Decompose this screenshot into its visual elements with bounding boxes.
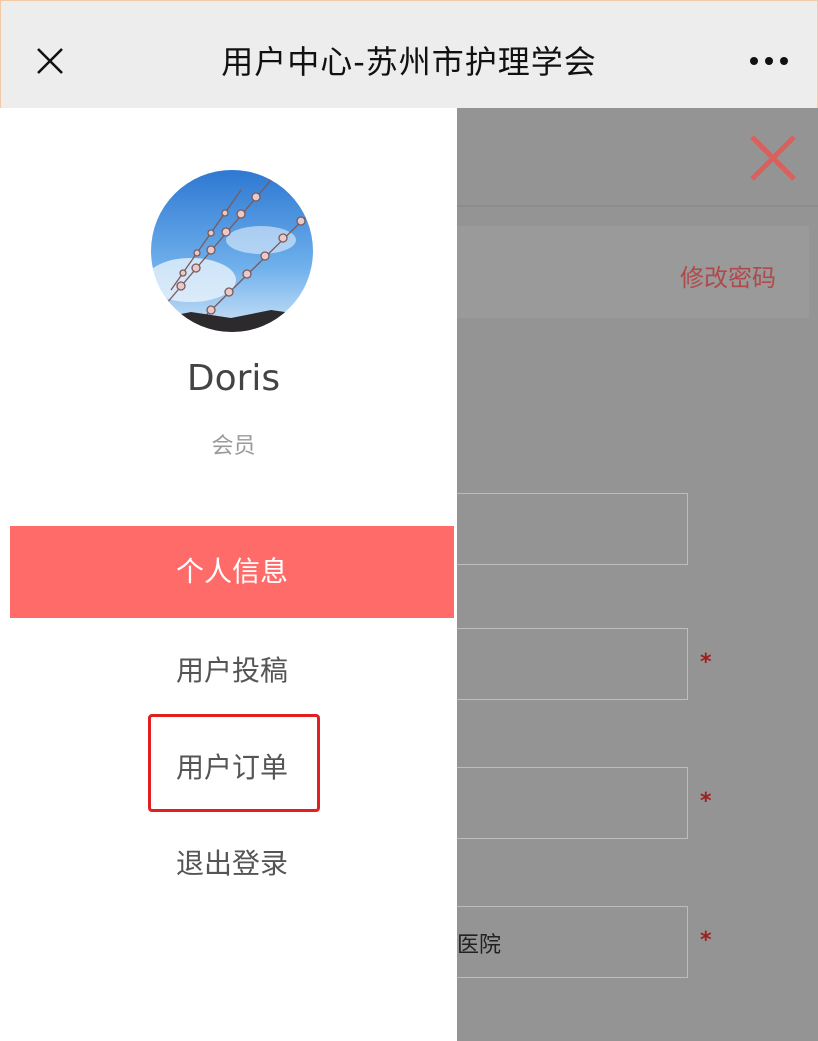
avatar-image bbox=[151, 170, 313, 332]
required-mark: * bbox=[700, 928, 712, 953]
page-title: 用户中心-苏州市护理学会 bbox=[221, 43, 597, 81]
background-field-2[interactable] bbox=[440, 628, 688, 700]
menu-item-personal-info[interactable]: 个人信息 bbox=[10, 526, 454, 618]
top-navigation-bar: 用户中心-苏州市护理学会 bbox=[1, 1, 817, 108]
profile-name: Doris bbox=[186, 358, 281, 399]
required-mark: * bbox=[700, 789, 712, 814]
required-mark: * bbox=[700, 650, 712, 675]
menu-item-submissions[interactable]: 用户投稿 bbox=[10, 625, 454, 717]
close-icon[interactable] bbox=[35, 46, 65, 76]
drawer-edge bbox=[0, 108, 10, 1041]
avatar[interactable] bbox=[151, 170, 313, 332]
background-field-1[interactable] bbox=[440, 493, 688, 565]
profile-role: 会员 bbox=[211, 434, 256, 459]
menu-item-logout[interactable]: 退出登录 bbox=[10, 818, 454, 910]
background-field-3[interactable] bbox=[440, 767, 688, 839]
field-4-value: 医院 bbox=[457, 933, 502, 958]
menu-item-orders[interactable]: 用户订单 bbox=[10, 722, 454, 814]
more-dots-icon[interactable] bbox=[749, 56, 789, 66]
change-password-link[interactable]: 修改密码 bbox=[680, 258, 776, 293]
drawer-close-icon[interactable] bbox=[748, 133, 798, 183]
background-field-4[interactable]: 医院 bbox=[440, 906, 688, 978]
background-divider bbox=[457, 205, 818, 207]
